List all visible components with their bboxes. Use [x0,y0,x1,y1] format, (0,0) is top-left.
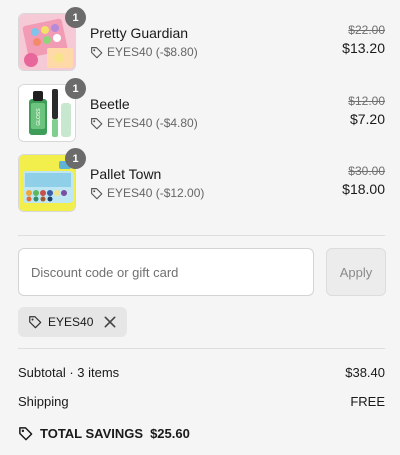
item-prices: $30.00 $18.00 [342,164,385,197]
applied-code-label: EYES40 [48,315,94,329]
subtotal-value: $38.40 [345,365,385,380]
item-prices: $22.00 $13.20 [342,23,385,56]
tag-icon [91,46,103,58]
product-name: Pretty Guardian [90,25,189,41]
quantity-badge: 1 [65,78,86,99]
line-item: GLOSS 1 Beetle EYES40 (-$4.80) $12.00 $7… [0,78,400,146]
subtotal-label: Subtotal · 3 items [18,365,120,380]
section-divider [18,235,385,236]
final-price: $18.00 [342,181,385,197]
tag-icon [19,427,33,441]
svg-text:GLOSS: GLOSS [36,108,42,126]
item-discount-text: EYES40 (-$4.80) [107,116,198,130]
shipping-label: Shipping [18,394,69,409]
discount-code-input[interactable] [18,248,314,296]
item-discount-text: EYES40 (-$8.80) [107,45,198,59]
shipping-value: FREE [350,394,385,409]
tag-icon [91,187,103,199]
product-thumbnail: 1 [18,148,86,212]
product-thumbnail: 1 [18,7,86,71]
original-price: $12.00 [348,94,385,108]
item-discount: EYES40 (-$8.80) [90,45,198,59]
final-price: $7.20 [349,111,385,127]
quantity-badge: 1 [65,7,86,28]
total-savings: TOTAL SAVINGS $25.60 [18,426,190,441]
item-prices: $12.00 $7.20 [348,94,385,127]
remove-code-close-icon[interactable] [103,315,117,329]
section-divider [18,348,385,349]
quantity-badge: 1 [65,148,86,169]
product-thumbnail: GLOSS 1 [18,78,86,142]
product-name: Pallet Town [90,166,162,182]
total-savings-value: $25.60 [150,426,190,441]
final-price: $13.20 [342,40,385,56]
applied-code-chip: EYES40 [18,307,128,337]
apply-button[interactable]: Apply [326,248,386,296]
line-item: 1 Pallet Town EYES40 (-$12.00) $30.00 $1… [0,148,400,216]
tag-icon [91,117,103,129]
item-discount-text: EYES40 (-$12.00) [107,186,205,200]
original-price: $30.00 [348,164,385,178]
item-discount: EYES40 (-$4.80) [90,116,198,130]
total-savings-label: TOTAL SAVINGS [40,426,144,441]
original-price: $22.00 [348,23,385,37]
close-icon [104,316,116,328]
tag-icon [29,316,42,329]
line-item: 1 Pretty Guardian EYES40 (-$8.80) $22.00… [0,7,400,75]
product-name: Beetle [90,96,130,112]
item-discount: EYES40 (-$12.00) [90,186,204,200]
